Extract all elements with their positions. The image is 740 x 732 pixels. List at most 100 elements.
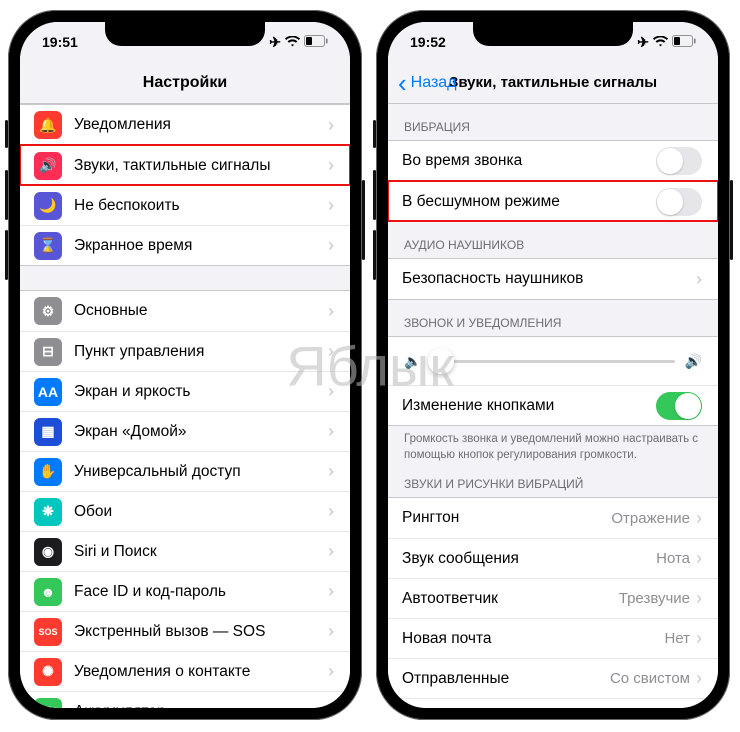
sound-row-voicemail[interactable]: АвтоответчикТрезвучие› (388, 578, 718, 618)
row-label: Новая почта (402, 630, 664, 648)
page-title: Звуки, тактильные сигналы (449, 74, 657, 91)
row-label: Изменение кнопками (402, 397, 656, 415)
wallpaper-icon: ❋ (34, 498, 62, 526)
row-label: Звуки, тактильные сигналы (74, 157, 328, 175)
chevron-icon: › (696, 588, 702, 609)
battery-icon: ▮ (34, 698, 62, 709)
row-label: Уведомления (74, 116, 328, 134)
row-label: Экран «Домой» (74, 423, 328, 441)
chevron-icon: › (328, 115, 334, 136)
row-label: Универсальный доступ (74, 463, 328, 481)
settings-row-general[interactable]: ⚙Основные› (20, 291, 350, 331)
chevron-icon: › (328, 701, 334, 708)
settings-row-notifications[interactable]: 🔔 Уведомления› (20, 105, 350, 145)
chevron-icon: › (696, 269, 702, 290)
row-label: В бесшумном режиме (402, 193, 656, 211)
row-label: Основные (74, 302, 328, 320)
wifi-icon (285, 34, 300, 50)
toggle-on[interactable] (656, 392, 702, 420)
settings-row-sounds[interactable]: 🔊 Звуки, тактильные сигналы› (20, 145, 350, 185)
nav-bar: Настройки (20, 62, 350, 104)
settings-row-control-center[interactable]: ⊟Пункт управления› (20, 331, 350, 371)
sound-row-sent-mail[interactable]: ОтправленныеСо свистом › (388, 658, 718, 698)
settings-row-dnd[interactable]: 🌙 Не беспокоить› (20, 185, 350, 225)
wifi-icon (653, 34, 668, 50)
section-ringer: ЗВОНОК И УВЕДОМЛЕНИЯ (388, 300, 718, 336)
chevron-icon: › (328, 421, 334, 442)
status-icons: ✈ (269, 34, 328, 51)
row-value: Нет (664, 630, 690, 647)
status-icons: ✈ (637, 34, 696, 51)
chevron-icon: › (328, 461, 334, 482)
sound-row-text-tone[interactable]: Звук сообщенияНота› (388, 538, 718, 578)
volume-slider-row[interactable]: 🔈 🔊 (388, 337, 718, 385)
exposure-icon: ✺ (34, 658, 62, 686)
vibrate-on-ring-row[interactable]: Во время звонка (388, 141, 718, 181)
settings-row-display[interactable]: AAЭкран и яркость› (20, 371, 350, 411)
row-label: Рингтон (402, 509, 611, 527)
settings-row-faceid[interactable]: ☻Face ID и код-пароль› (20, 571, 350, 611)
chevron-icon: › (328, 155, 334, 176)
chevron-icon: › (696, 548, 702, 569)
home-screen-icon: ▦ (34, 418, 62, 446)
chevron-icon: › (328, 195, 334, 216)
sounds-icon: 🔊 (34, 152, 62, 180)
sound-row-calendar[interactable]: Уведомления в календаряхАккорд› (388, 698, 718, 708)
headphone-safety-row[interactable]: Безопасность наушников › (388, 259, 718, 299)
row-label: Face ID и код-пароль (74, 583, 328, 601)
row-label: Во время звонка (402, 152, 656, 170)
faceid-icon: ☻ (34, 578, 62, 606)
chevron-icon: › (328, 235, 334, 256)
volume-slider[interactable] (431, 360, 674, 363)
row-value: Со свистом (610, 670, 690, 687)
section-headphone: АУДИО НАУШНИКОВ (388, 222, 718, 258)
row-label: Не беспокоить (74, 197, 328, 215)
settings-row-accessibility[interactable]: ✋ Универсальный доступ› (20, 451, 350, 491)
chevron-icon: › (696, 668, 702, 689)
status-time: 19:51 (42, 34, 78, 50)
battery-icon (304, 34, 328, 50)
back-button[interactable]: Назад (398, 74, 457, 92)
row-value: Нота (656, 550, 690, 567)
back-label: Назад (411, 74, 457, 92)
vibrate-on-silent-row[interactable]: В бесшумном режиме (388, 181, 718, 221)
chevron-icon: › (696, 628, 702, 649)
section-vibration: ВИБРАЦИЯ (388, 104, 718, 140)
settings-row-screentime[interactable]: ⌛ Экранное время› (20, 225, 350, 265)
settings-row-wallpaper[interactable]: ❋Обои› (20, 491, 350, 531)
display-icon: AA (34, 378, 62, 406)
settings-row-exposure[interactable]: ✺Уведомления о контакте› (20, 651, 350, 691)
toggle-off[interactable] (656, 147, 702, 175)
row-label: Отправленные (402, 670, 610, 688)
row-value: Отражение (611, 510, 690, 527)
accessibility-icon: ✋ (34, 458, 62, 486)
dnd-icon: 🌙 (34, 192, 62, 220)
phone-left: 19:51 ✈ Настройки 🔔Уведомления›🔊Звуки, т… (8, 10, 362, 720)
row-label: Автоответчик (402, 590, 619, 608)
notch (473, 22, 633, 46)
row-label: Аккумулятор (74, 703, 328, 709)
toggle-off[interactable] (656, 188, 702, 216)
page-title: Настройки (143, 74, 227, 92)
row-label: Экстренный вызов — SOS (74, 623, 328, 641)
settings-row-home-screen[interactable]: ▦ Экран «Домой»› (20, 411, 350, 451)
sos-icon: SOS (34, 618, 62, 646)
screentime-icon: ⌛ (34, 232, 62, 260)
control-center-icon: ⊟ (34, 338, 62, 366)
phone-right: 19:52 ✈ Назад Звуки, тактильные сигналы … (376, 10, 730, 720)
row-label: Уведомления о контакте (74, 663, 328, 681)
change-with-buttons-row[interactable]: Изменение кнопками (388, 385, 718, 425)
battery-icon (672, 34, 696, 50)
airplane-icon: ✈ (637, 34, 649, 51)
sound-row-new-mail[interactable]: Новая почтаНет › (388, 618, 718, 658)
volume-high-icon: 🔊 (685, 353, 702, 370)
settings-row-siri[interactable]: ◉Siri и Поиск› (20, 531, 350, 571)
chevron-icon: › (328, 301, 334, 322)
notifications-icon: 🔔 (34, 111, 62, 139)
settings-row-battery[interactable]: ▮ Аккумулятор› (20, 691, 350, 708)
row-label: Экранное время (74, 237, 328, 255)
settings-row-sos[interactable]: SOSЭкстренный вызов — SOS› (20, 611, 350, 651)
status-time: 19:52 (410, 34, 446, 50)
sound-row-ringtone[interactable]: РингтонОтражение› (388, 498, 718, 538)
volume-low-icon: 🔈 (404, 353, 421, 370)
